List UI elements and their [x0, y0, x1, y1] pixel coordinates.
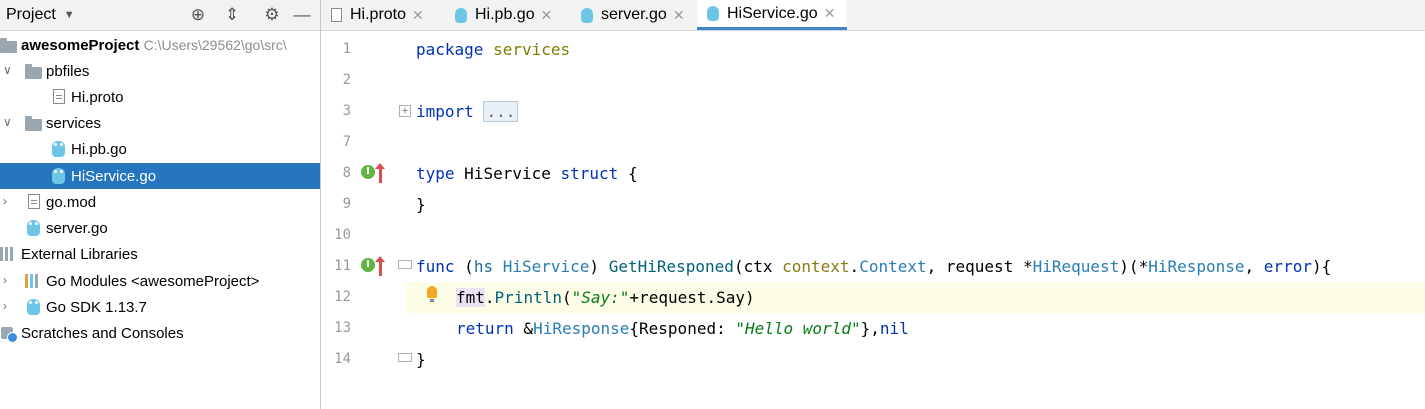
close-icon[interactable]: ✕: [824, 5, 836, 22]
tab-hi-proto[interactable]: Hi.proto ✕: [321, 0, 439, 30]
chevron-down-icon[interactable]: ∨: [3, 64, 13, 76]
tab-label: server.go: [601, 6, 667, 23]
chevron-right-icon[interactable]: ›: [3, 300, 13, 312]
code-line-14: }: [416, 350, 426, 369]
chevron-right-icon[interactable]: ›: [3, 195, 13, 207]
implemented-interface-icon[interactable]: I: [361, 165, 375, 179]
tree-item-label: Hi.proto: [71, 88, 124, 106]
folded-imports[interactable]: ...: [483, 101, 519, 122]
go-file-icon: [581, 7, 593, 23]
go-to-interface-icon[interactable]: [375, 163, 385, 183]
tree-item-pbfiles[interactable]: ∨ pbfiles: [0, 58, 320, 84]
go-file-icon: [27, 220, 40, 236]
project-panel-title[interactable]: Project: [6, 6, 56, 24]
close-icon[interactable]: ✕: [412, 7, 424, 24]
text-file-icon: [28, 194, 40, 209]
code-line-12: fmt.Println("Say:"+request.Say): [456, 288, 755, 307]
tree-item-label: Go SDK 1.13.7: [46, 298, 147, 316]
tab-hiservice-go[interactable]: HiService.go ✕: [697, 0, 847, 30]
chevron-right-icon[interactable]: ›: [3, 274, 13, 286]
tree-item-go-sdk[interactable]: › Go SDK 1.13.7: [0, 294, 320, 320]
code-line-1: package services: [416, 40, 571, 59]
minimize-icon[interactable]: —: [292, 5, 312, 25]
go-modules-icon: [25, 274, 41, 288]
editor-gutter: 1 2 3 7 8 9 10 11 12 13 14 + I I: [321, 31, 412, 409]
code-line-9: }: [416, 195, 426, 214]
fold-start-icon[interactable]: [398, 260, 412, 269]
tree-item-label: Go Modules <awesomeProject>: [46, 272, 260, 290]
tree-item-label: Scratches and Consoles: [21, 324, 184, 342]
line-number: 2: [342, 72, 351, 88]
line-number: 8: [342, 165, 351, 181]
project-panel-header: Project ▼ ⊕ ⇕ ⚙ —: [0, 0, 320, 31]
project-path-label: C:\Users\29562\go\src\: [143, 36, 287, 53]
tree-item-label: server.go: [46, 219, 108, 237]
code-line-8: type HiService struct {: [416, 164, 638, 183]
tab-server-go[interactable]: server.go ✕: [571, 0, 695, 30]
tree-item-label: services: [46, 114, 102, 132]
tree-item-external-libraries[interactable]: External Libraries: [0, 241, 320, 267]
project-tool-window: Project ▼ ⊕ ⇕ ⚙ — awesomeProject C:\User…: [0, 0, 321, 409]
code-line-11: func (hs HiService) GetHiResponed(ctx co…: [416, 257, 1332, 276]
crosshair-icon[interactable]: ⊕: [188, 5, 208, 25]
editor-tab-bar: Hi.proto ✕ Hi.pb.go ✕ server.go ✕ HiServ…: [321, 0, 1425, 31]
line-number: 13: [334, 320, 351, 336]
tree-item-go-mod[interactable]: › go.mod: [0, 189, 320, 215]
code-line-3: import ...: [416, 101, 519, 122]
go-to-interface-icon[interactable]: [375, 256, 385, 276]
folder-icon: [25, 116, 42, 131]
close-icon[interactable]: ✕: [541, 7, 553, 24]
folder-icon: [25, 64, 42, 79]
text-file-icon: [53, 89, 65, 104]
tree-item-hi-proto[interactable]: Hi.proto: [0, 84, 320, 110]
tree-item-go-modules[interactable]: › Go Modules <awesomeProject>: [0, 268, 320, 294]
tree-item-label: go.mod: [46, 193, 97, 211]
go-sdk-icon: [27, 299, 40, 315]
view-dropdown-icon[interactable]: ▼: [64, 9, 75, 21]
line-number: 10: [334, 227, 351, 243]
go-file-icon: [52, 141, 65, 157]
lightbulb-icon[interactable]: [427, 286, 437, 302]
line-number: 11: [334, 258, 351, 274]
tree-item-server-go[interactable]: server.go: [0, 215, 320, 241]
folder-icon: [0, 38, 17, 53]
tree-item-label: pbfiles: [46, 62, 90, 80]
tree-item-label: External Libraries: [21, 245, 138, 263]
go-file-icon: [52, 168, 65, 184]
tree-item-services[interactable]: ∨ services: [0, 110, 320, 136]
tab-label: Hi.proto: [350, 6, 407, 23]
code-editor[interactable]: 1 2 3 7 8 9 10 11 12 13 14 + I I package…: [321, 31, 1425, 409]
gear-icon[interactable]: ⚙: [262, 5, 282, 25]
chevron-down-icon[interactable]: ∨: [3, 116, 13, 128]
go-file-icon: [707, 6, 719, 21]
line-number: 14: [334, 351, 351, 367]
line-number: 1: [342, 41, 351, 57]
collapse-icon[interactable]: ⇕: [222, 5, 242, 25]
line-number: 3: [342, 103, 351, 119]
tree-item-label: HiService.go: [71, 167, 157, 185]
code-line-13: return &HiResponse{Responed: "Hello worl…: [456, 319, 909, 338]
tab-label: Hi.pb.go: [475, 6, 535, 23]
text-file-icon: [331, 8, 342, 22]
library-icon: [0, 247, 16, 261]
tab-label: HiService.go: [727, 4, 818, 22]
fold-end-icon[interactable]: [398, 353, 412, 362]
tree-item-scratches[interactable]: Scratches and Consoles: [0, 320, 320, 346]
line-number: 9: [342, 196, 351, 212]
go-file-icon: [455, 7, 467, 23]
tree-item-hiservice-go[interactable]: HiService.go: [0, 163, 320, 189]
implemented-interface-icon[interactable]: I: [361, 258, 375, 272]
line-number: 7: [342, 134, 351, 150]
tree-item-label: awesomeProject: [21, 36, 140, 54]
tab-hi-pb-go[interactable]: Hi.pb.go ✕: [445, 0, 571, 30]
line-number: 12: [334, 289, 351, 305]
scratches-icon: [1, 325, 18, 343]
close-icon[interactable]: ✕: [673, 7, 685, 24]
tree-item-hi-pb-go[interactable]: Hi.pb.go: [0, 136, 320, 162]
tree-item-awesomeproject[interactable]: awesomeProject C:\Users\29562\go\src\: [0, 32, 320, 58]
expand-fold-icon[interactable]: +: [399, 105, 411, 117]
tree-item-label: Hi.pb.go: [71, 140, 127, 158]
